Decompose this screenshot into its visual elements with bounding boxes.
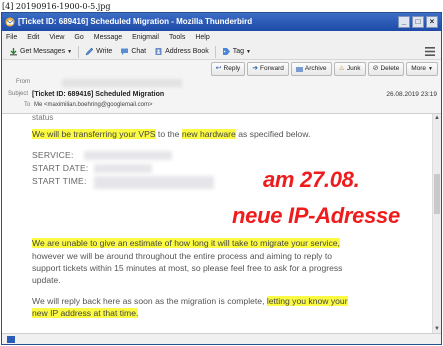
menu-message[interactable]: Message (94, 31, 122, 44)
message-body: status We will be transferring your VPS … (2, 114, 432, 333)
paragraph-transfer: We will be transferring your VPS to the … (32, 128, 310, 140)
start-date-value-redacted (94, 164, 152, 173)
address-book-icon (155, 48, 162, 55)
get-messages-label: Get Messages (20, 47, 66, 55)
chevron-down-icon: ▼ (246, 48, 251, 55)
from-label: From (16, 79, 30, 85)
from-value-redacted[interactable] (62, 79, 182, 87)
main-toolbar: Get Messages ▼ Write Chat Address Book T… (2, 44, 441, 60)
body-text: as specified below. (235, 129, 311, 139)
write-label: Write (96, 47, 113, 55)
message-actions: ↩ Reply ➜ Forward Archive ♨ Junk ⊘ Delet… (210, 62, 438, 76)
junk-label: Junk (346, 65, 361, 72)
highlighted-text: letting you know your (266, 296, 348, 306)
archive-button[interactable]: Archive (290, 62, 332, 76)
body-text: We will reply back here as soon as the m… (32, 296, 267, 306)
more-button[interactable]: More ▼ (406, 62, 438, 76)
close-button[interactable]: × (426, 16, 438, 28)
junk-button[interactable]: ♨ Junk (333, 62, 366, 76)
highlighted-text: new hardware (181, 129, 236, 139)
menu-enigmail[interactable]: Enigmail (132, 31, 159, 44)
tag-label: Tag (232, 47, 244, 55)
message-header: ↩ Reply ➜ Forward Archive ♨ Junk ⊘ Delet… (2, 60, 441, 114)
start-date-label: START DATE: (32, 163, 89, 173)
menu-tools[interactable]: Tools (169, 31, 185, 44)
subject-label: Subject (8, 91, 29, 97)
chat-icon (121, 48, 129, 55)
menu-view[interactable]: View (49, 31, 64, 44)
paragraph-estimate: We are unable to give an estimate of how… (32, 237, 340, 249)
service-value-redacted (84, 151, 172, 160)
scrollbar-thumb[interactable] (434, 174, 440, 214)
more-label: More (411, 65, 427, 72)
chat-button[interactable]: Chat (116, 45, 150, 59)
annotation-new-ip: neue IP-Adresse (232, 203, 400, 228)
delete-label: Delete (380, 65, 400, 72)
scroll-up-arrow-icon[interactable]: ▲ (433, 114, 441, 122)
reply-button[interactable]: ↩ Reply (210, 62, 246, 76)
address-book-button[interactable]: Address Book (150, 45, 213, 59)
tag-button[interactable]: Tag ▼ (218, 45, 255, 59)
pencil-icon (85, 47, 94, 56)
delete-icon: ⊘ (372, 65, 379, 72)
scroll-down-arrow-icon[interactable]: ▼ (433, 325, 441, 333)
archive-icon (295, 66, 303, 72)
reply-label: Reply (223, 65, 241, 72)
body-text: to the (155, 129, 182, 139)
start-time-label: START TIME: (32, 176, 87, 186)
forward-icon: ➜ (252, 65, 259, 72)
paragraph-estimate-line2: however we will be around throughout the… (32, 251, 333, 261)
menu-file[interactable]: File (6, 31, 17, 44)
thunderbird-window: [Ticket ID: 689416] Scheduled Migration … (1, 12, 442, 345)
start-time-value-redacted (94, 176, 214, 189)
cut-off-text: status (32, 114, 54, 122)
title-bar: [Ticket ID: 689416] Scheduled Migration … (2, 13, 441, 31)
tag-icon (222, 48, 230, 55)
thunderbird-icon (5, 17, 15, 27)
image-caption: [4] 20190916-1900-0-5.jpg (2, 2, 111, 11)
menu-help[interactable]: Help (195, 31, 209, 44)
menu-bar: File Edit View Go Message Enigmail Tools… (2, 31, 441, 44)
get-messages-button[interactable]: Get Messages ▼ (5, 45, 76, 59)
write-button[interactable]: Write (81, 45, 116, 59)
annotation-date: am 27.08. (263, 167, 360, 192)
vertical-scrollbar[interactable]: ▲ ▼ (432, 114, 441, 333)
download-icon (10, 48, 17, 56)
highlighted-text: We will be transferring your VPS (32, 129, 156, 139)
toolbar-divider (214, 45, 216, 58)
address-book-label: Address Book (165, 47, 209, 55)
delete-button[interactable]: ⊘ Delete (367, 62, 405, 76)
app-menu-icon[interactable] (425, 47, 435, 56)
toolbar-divider (78, 45, 80, 58)
window-controls: _ □ × (398, 16, 438, 28)
highlighted-text: new IP address at that time. (32, 308, 139, 318)
archive-label: Archive (304, 65, 327, 72)
chevron-down-icon[interactable]: ▼ (67, 44, 72, 60)
paragraph-estimate-line3: support tickets within 15 minutes at mos… (32, 263, 343, 273)
paragraph-reply-line1: We will reply back here as soon as the m… (32, 295, 348, 307)
recipient-address[interactable]: Me <maximilian.boehring@googlemail.com> (34, 102, 152, 108)
chevron-down-icon: ▼ (428, 66, 433, 72)
paragraph-estimate-line4: update. (32, 275, 61, 285)
to-label: To (24, 102, 31, 108)
menu-go[interactable]: Go (74, 31, 83, 44)
message-subject: [Ticket ID: 689416] Scheduled Migration (32, 91, 165, 98)
window-title: [Ticket ID: 689416] Scheduled Migration … (18, 17, 253, 26)
minimize-button[interactable]: _ (398, 16, 410, 28)
paragraph-reply-line2: new IP address at that time. (32, 307, 139, 319)
reply-icon: ↩ (215, 65, 222, 72)
forward-button[interactable]: ➜ Forward (247, 62, 289, 76)
junk-icon: ♨ (338, 65, 345, 72)
forward-label: Forward (260, 65, 284, 72)
menu-edit[interactable]: Edit (27, 31, 39, 44)
activity-icon[interactable] (7, 336, 15, 343)
service-label: SERVICE: (32, 150, 74, 160)
status-bar (2, 333, 441, 344)
highlighted-text: We are unable to give an estimate of how… (32, 238, 340, 248)
chat-label: Chat (131, 47, 147, 55)
message-date: 26.08.2019 23:19 (386, 91, 437, 98)
maximize-button[interactable]: □ (412, 16, 424, 28)
